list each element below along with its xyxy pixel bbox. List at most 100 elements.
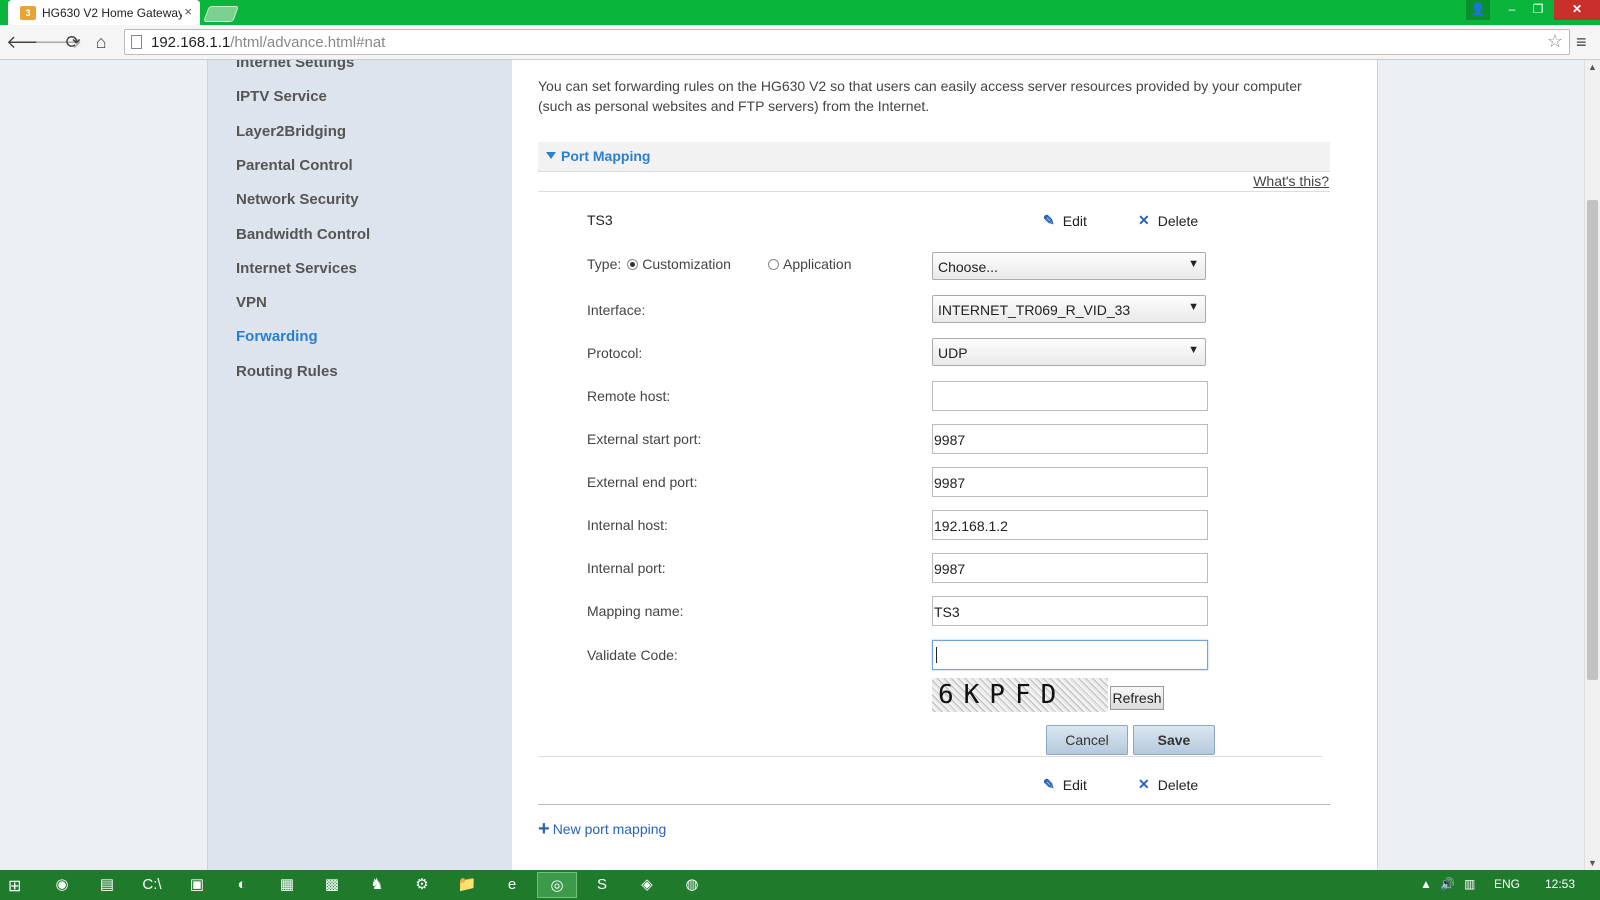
windows-start-icon[interactable]: ⊞	[8, 876, 21, 896]
new-port-mapping-link[interactable]: + New port mapping	[538, 819, 666, 839]
sidebar-item-parental-control[interactable]: Parental Control	[236, 157, 353, 174]
application-select[interactable]: Choose... ▼	[932, 252, 1206, 280]
sidebar-item-network-security[interactable]: Network Security	[236, 191, 359, 208]
reload-icon[interactable]: ⟳	[62, 31, 84, 53]
taskbar-app-icon[interactable]: ▣	[177, 872, 217, 898]
delete-button-2[interactable]: ✕ Delete	[1138, 776, 1198, 793]
network-icon[interactable]: ▥	[1464, 877, 1475, 891]
clock[interactable]: 12:53	[1545, 877, 1575, 891]
sidebar-item-internet-settings[interactable]: Internet Settings	[236, 60, 354, 71]
taskbar-app-icon[interactable]: ◈	[627, 872, 667, 898]
text-caret	[936, 647, 937, 663]
sidebar-item-vpn[interactable]: VPN	[236, 294, 267, 311]
sidebar-item-forwarding[interactable]: Forwarding	[236, 328, 318, 345]
section-title: Port Mapping	[561, 148, 651, 164]
delete-icon: ✕	[1138, 776, 1150, 792]
back-arrow-icon[interactable]: 🡐	[6, 31, 54, 53]
scroll-down-arrow-icon[interactable]: ▼	[1588, 858, 1597, 868]
external-start-port-label: External start port:	[587, 431, 702, 447]
interface-select[interactable]: INTERNET_TR069_R_VID_33 ▼	[932, 295, 1206, 323]
cancel-button[interactable]: Cancel	[1046, 725, 1128, 755]
browser-tab[interactable]: 3 HG630 V2 Home Gateway ×	[8, 0, 200, 25]
page-viewport: Internet Settings IPTV Service Layer2Bri…	[0, 60, 1584, 870]
taskbar-app-icon[interactable]: e	[492, 872, 532, 898]
rule-name: TS3	[587, 212, 613, 228]
remote-host-label: Remote host:	[587, 388, 671, 404]
taskbar-app-icon[interactable]: ♞	[357, 872, 397, 898]
language-indicator[interactable]: ENG	[1494, 877, 1520, 891]
browser-menu-icon[interactable]: ≡	[1576, 32, 1587, 53]
delete-button[interactable]: ✕ Delete	[1138, 212, 1198, 229]
taskbar-app-icon[interactable]: C:\	[132, 872, 172, 898]
application-option[interactable]: Application	[768, 256, 852, 272]
intro-text: You can set forwarding rules on the HG63…	[538, 78, 1302, 114]
delete-label: Delete	[1157, 212, 1199, 229]
new-tab-button[interactable]	[203, 6, 239, 22]
whats-this-link[interactable]: What's this?	[1253, 173, 1329, 189]
taskbar-app-icon[interactable]: ▤	[87, 872, 127, 898]
protocol-label: Protocol:	[587, 345, 643, 361]
vertical-scrollbar[interactable]: ▲ ▼	[1584, 60, 1600, 870]
internal-host-input[interactable]: 192.168.1.2	[932, 510, 1208, 540]
sidebar-item-internet-services[interactable]: Internet Services	[236, 260, 357, 277]
internal-host-label: Internal host:	[587, 517, 668, 533]
port-mapping-header[interactable]: Port Mapping	[538, 142, 1330, 172]
sidebar-item-iptv-service[interactable]: IPTV Service	[236, 88, 327, 105]
sidebar-item-routing-rules[interactable]: Routing Rules	[236, 363, 338, 380]
internal-port-input[interactable]: 9987	[932, 553, 1208, 583]
taskbar-app-icon[interactable]: 📁	[447, 872, 487, 898]
divider	[538, 756, 1322, 757]
bookmark-star-icon[interactable]: ☆	[1547, 31, 1563, 52]
radio-customization[interactable]	[627, 258, 639, 270]
main-content: You can set forwarding rules on the HG63…	[512, 60, 1378, 870]
close-window-button[interactable]: ✕	[1554, 0, 1600, 20]
taskbar-app-icon[interactable]: ▩	[312, 872, 352, 898]
volume-icon[interactable]: 🔊	[1440, 877, 1455, 891]
taskbar-app-icon[interactable]: ◐	[222, 872, 262, 898]
taskbar-app-icon[interactable]: ◎	[537, 872, 577, 898]
sidebar-item-bandwidth-control[interactable]: Bandwidth Control	[236, 226, 370, 243]
external-end-port-label: External end port:	[587, 474, 698, 490]
external-end-port-input[interactable]: 9987	[932, 467, 1208, 497]
captcha-refresh-button[interactable]: Refresh	[1110, 686, 1164, 710]
maximize-button[interactable]: ❐	[1526, 0, 1550, 20]
page-icon	[131, 35, 142, 49]
edit-button-2[interactable]: ✎ Edit	[1043, 776, 1087, 793]
application-select-value: Choose...	[938, 259, 998, 275]
save-button[interactable]: Save	[1133, 725, 1215, 755]
interface-select-value: INTERNET_TR069_R_VID_33	[938, 302, 1131, 318]
tray-expand-icon[interactable]: ▲	[1420, 877, 1432, 891]
remote-host-input[interactable]	[932, 381, 1208, 411]
taskbar-app-icon[interactable]: ▦	[267, 872, 307, 898]
edit-label: Edit	[1062, 776, 1087, 793]
windows-taskbar: ⊞ ◉ ▤ C:\ ▣ ◐ ▦ ▩ ♞ ⚙ 📁 e ◎ S ◈ ◍ ▲ 🔊 ▥ ENG 12:53	[0, 870, 1600, 900]
mapping-name-input[interactable]: TS3	[932, 596, 1208, 626]
minimize-button[interactable]: –	[1500, 0, 1524, 20]
scroll-up-arrow-icon[interactable]: ▲	[1588, 62, 1597, 72]
validate-code-input[interactable]	[932, 640, 1208, 670]
address-bar[interactable]: 192.168.1.1/html/advance.html#nat ☆	[124, 29, 1570, 55]
taskbar-app-icon[interactable]: ◍	[672, 872, 712, 898]
taskbar-app-icon[interactable]: ⚙	[402, 872, 442, 898]
edit-icon: ✎	[1043, 776, 1055, 792]
protocol-select[interactable]: UDP ▼	[932, 338, 1206, 366]
external-start-port-input[interactable]: 9987	[932, 424, 1208, 454]
forward-arrow-icon[interactable]: 🡒	[34, 31, 82, 53]
divider	[538, 804, 1330, 805]
dropdown-arrow-icon: ▼	[1188, 258, 1199, 270]
scrollbar-thumb[interactable]	[1587, 200, 1598, 680]
delete-icon: ✕	[1138, 212, 1150, 228]
sidebar-item-layer2bridging[interactable]: Layer2Bridging	[236, 123, 346, 140]
tab-close-icon[interactable]: ×	[184, 4, 192, 19]
user-profile-icon[interactable]: 👤	[1466, 0, 1490, 20]
collapse-triangle-icon	[546, 152, 556, 159]
url-path: /html/advance.html#nat	[230, 34, 386, 51]
taskbar-app-icon[interactable]: ◉	[42, 872, 82, 898]
url-text: 192.168.1.1/html/advance.html#nat	[151, 34, 385, 51]
url-host: 192.168.1.1	[151, 34, 231, 51]
taskbar-app-icon[interactable]: S	[582, 872, 622, 898]
edit-button[interactable]: ✎ Edit	[1043, 212, 1087, 229]
radio-application[interactable]	[768, 258, 779, 270]
dropdown-arrow-icon: ▼	[1188, 344, 1199, 356]
home-icon[interactable]: ⌂	[90, 31, 112, 53]
